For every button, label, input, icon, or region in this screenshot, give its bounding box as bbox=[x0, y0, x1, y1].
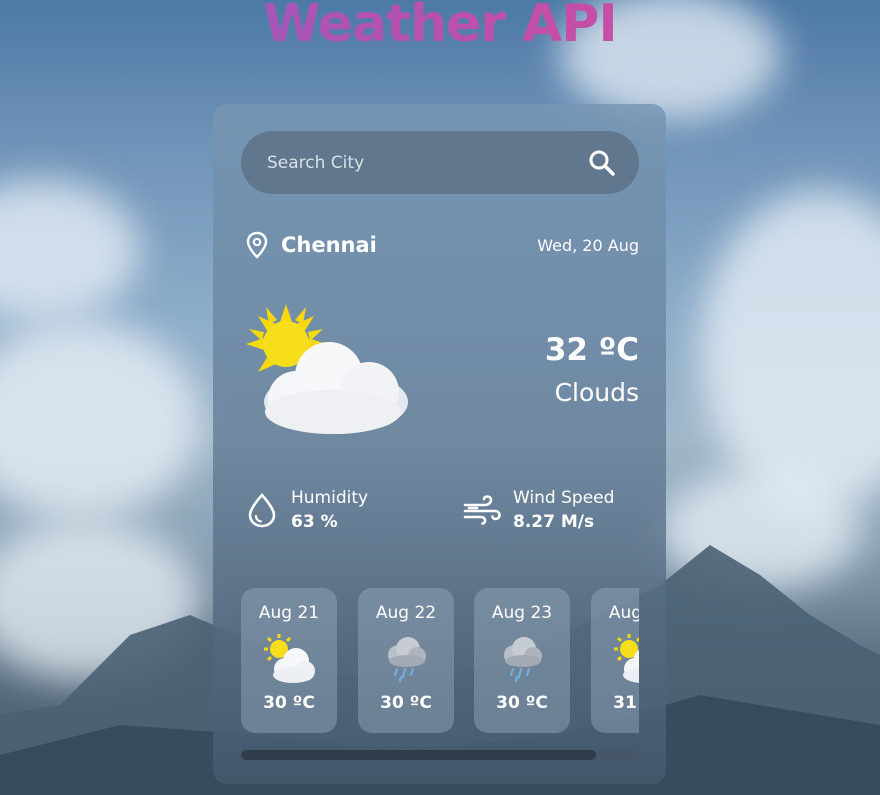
forecast-date: Aug 21 bbox=[258, 603, 320, 623]
location-pin-icon bbox=[246, 231, 268, 259]
sun-cloud-icon bbox=[614, 634, 639, 683]
scrollbar-thumb[interactable] bbox=[241, 750, 596, 760]
current-weather: 32 ºC Clouds bbox=[545, 332, 639, 407]
rain-cloud-icon bbox=[504, 637, 542, 682]
forecast-temp: 30 ºC bbox=[263, 693, 315, 713]
forecast-date: Aug 22 bbox=[375, 603, 437, 623]
weather-card: Chennai Wed, 20 Aug bbox=[213, 104, 666, 784]
humidity-label: Humidity bbox=[291, 488, 369, 508]
search-bar bbox=[241, 131, 639, 194]
current-date: Wed, 20 Aug bbox=[537, 235, 639, 255]
wind-value: 8.27 M/s bbox=[513, 512, 595, 532]
wind-stat: Wind Speed 8.27 M/s bbox=[463, 488, 614, 532]
app-title: Weather API bbox=[0, 0, 880, 54]
current-condition: Clouds bbox=[554, 378, 639, 407]
current-temperature: 32 ºC bbox=[544, 332, 639, 368]
rain-cloud-icon bbox=[388, 637, 426, 682]
humidity-stat: Humidity 63 % bbox=[245, 488, 368, 532]
forecast-temp: 31 ºC bbox=[613, 693, 639, 713]
location-row: Chennai Wed, 20 Aug bbox=[245, 230, 639, 260]
sun-cloud-icon bbox=[264, 634, 315, 683]
wind-icon bbox=[463, 495, 501, 525]
sun-cloud-icon bbox=[246, 304, 408, 434]
wind-label: Wind Speed bbox=[513, 488, 615, 508]
forecast-date: Aug 24 bbox=[608, 603, 639, 623]
forecast-item[interactable]: Aug 22 30 ºC bbox=[358, 588, 454, 733]
search-button[interactable] bbox=[587, 148, 617, 178]
forecast-list[interactable]: Aug 21 30 ºC Aug 22 30 ºC Aug 23 30 ºC A… bbox=[241, 588, 639, 735]
weather-stats: Humidity 63 % Wind Speed 8.27 M/s bbox=[245, 488, 639, 548]
search-icon bbox=[589, 150, 615, 176]
forecast-item[interactable]: Aug 24 31 ºC bbox=[591, 588, 639, 733]
forecast-item[interactable]: Aug 23 30 ºC bbox=[474, 588, 570, 733]
forecast-scrollbar[interactable] bbox=[241, 750, 639, 760]
humidity-value: 63 % bbox=[291, 512, 338, 532]
forecast-temp: 30 ºC bbox=[496, 693, 548, 713]
forecast-temp: 30 ºC bbox=[380, 693, 432, 713]
forecast-item[interactable]: Aug 21 30 ºC bbox=[241, 588, 337, 733]
city-name: Chennai bbox=[281, 233, 377, 257]
search-input[interactable] bbox=[267, 152, 587, 173]
forecast-date: Aug 23 bbox=[491, 603, 553, 623]
droplet-icon bbox=[248, 493, 276, 528]
